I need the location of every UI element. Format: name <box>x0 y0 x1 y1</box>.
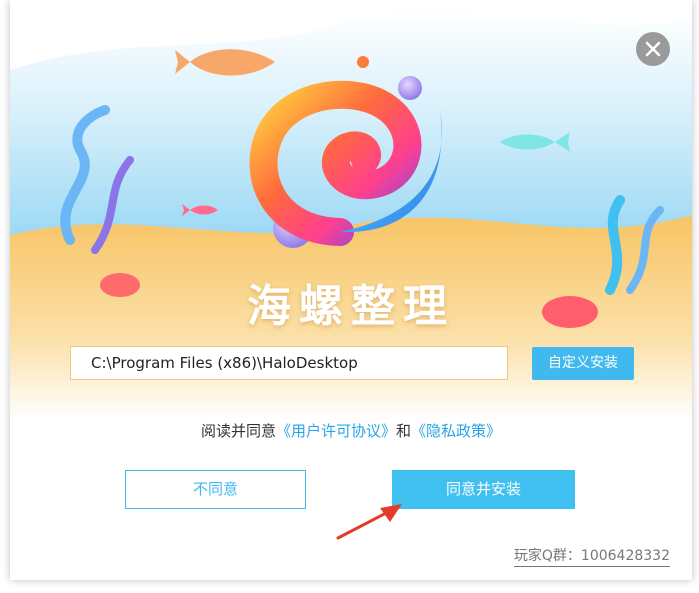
install-path-input[interactable] <box>70 346 508 380</box>
license-agreement-link[interactable]: 《用户许可协议》 <box>276 422 396 440</box>
disagree-button[interactable]: 不同意 <box>125 470 306 509</box>
agreement-and: 和 <box>396 422 412 440</box>
agree-install-button[interactable]: 同意并安装 <box>392 470 575 509</box>
agreement-text: 阅读并同意《用户许可协议》和《隐私政策》 <box>10 420 692 441</box>
agreement-prefix: 阅读并同意 <box>200 422 276 440</box>
qq-group-link[interactable]: 玩家Q群：1006428332 <box>513 545 670 567</box>
installer-window: 海螺整理 自定义安装 阅读并同意《用户许可协议》和《隐私政策》 不同意 同意并安… <box>10 0 692 580</box>
pointer-arrow-icon <box>336 504 402 540</box>
close-button[interactable] <box>636 32 670 66</box>
privacy-policy-link[interactable]: 《隐私政策》 <box>411 422 501 440</box>
close-icon <box>645 41 661 57</box>
app-title: 海螺整理 <box>247 281 455 332</box>
custom-install-button[interactable]: 自定义安装 <box>532 347 634 380</box>
